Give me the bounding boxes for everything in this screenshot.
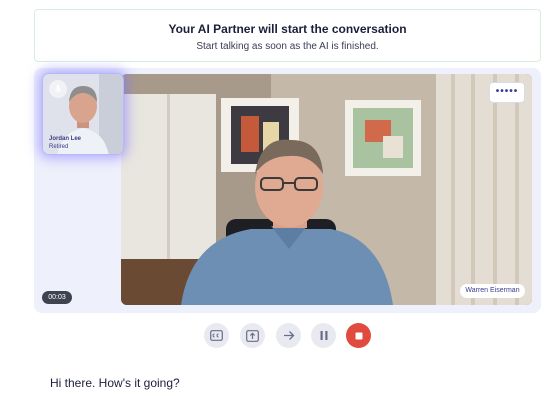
more-options-button[interactable]: ••••• (489, 82, 525, 103)
transcript-line: Hi there. How's it going? (50, 376, 180, 390)
conversation-banner: Your AI Partner will start the conversat… (34, 9, 541, 62)
ai-partner-role: Retired (49, 144, 69, 150)
ai-partner-tile: Jordan Lee Retired (42, 73, 124, 155)
share-screen-icon (246, 329, 259, 342)
banner-title: Your AI Partner will start the conversat… (168, 22, 407, 36)
mic-badge[interactable] (49, 80, 67, 98)
pause-icon (320, 331, 327, 340)
mic-icon (54, 85, 62, 93)
stop-button[interactable] (346, 323, 371, 348)
call-controls (0, 323, 560, 349)
captions-icon (210, 330, 223, 341)
user-video-feed (121, 74, 532, 305)
user-name-label: Warren Eiserman (460, 284, 525, 298)
banner-subtitle: Start talking as soon as the AI is finis… (196, 41, 379, 52)
next-button[interactable] (276, 323, 301, 348)
ai-partner-name: Jordan Lee (49, 136, 82, 142)
call-timer: 00:03 (42, 291, 72, 304)
video-frame-illustration (121, 74, 532, 305)
pause-button[interactable] (311, 323, 336, 348)
next-arrow-icon (283, 331, 294, 340)
share-screen-button[interactable] (240, 323, 265, 348)
captions-button[interactable] (204, 323, 229, 348)
stop-icon (355, 332, 362, 339)
